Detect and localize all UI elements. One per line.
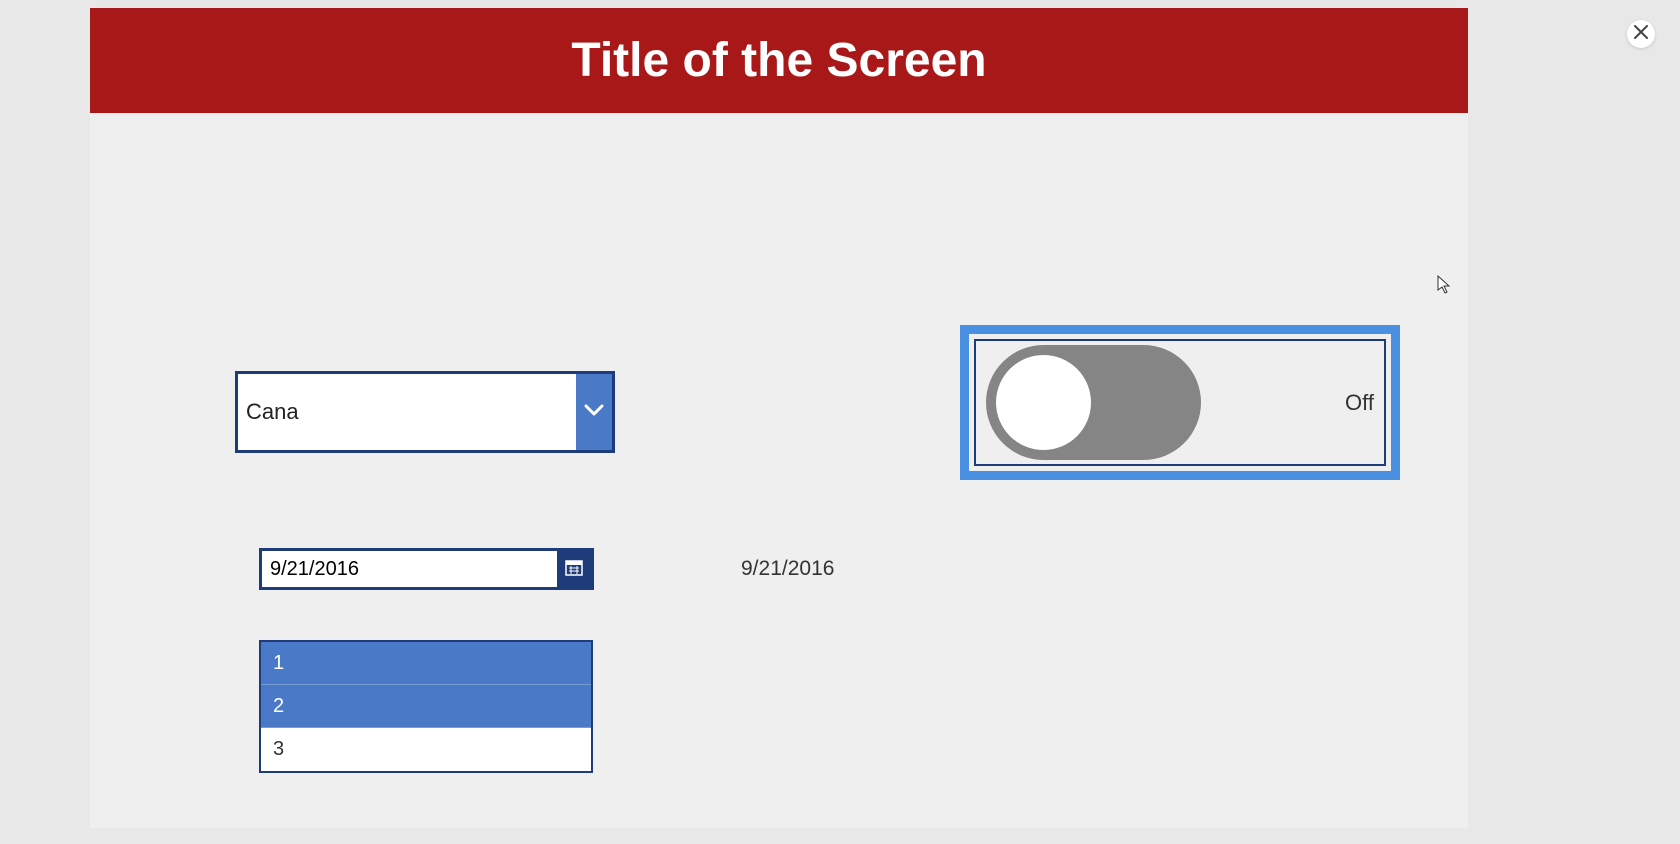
- date-picker[interactable]: 9/21/2016: [259, 548, 594, 590]
- close-icon: [1634, 25, 1648, 44]
- list-item[interactable]: 2: [261, 685, 591, 728]
- toggle-switch[interactable]: [986, 345, 1201, 460]
- country-combobox[interactable]: Cana: [235, 371, 615, 453]
- list-item[interactable]: 1: [261, 642, 591, 685]
- close-button[interactable]: [1627, 20, 1655, 48]
- date-display-label: 9/21/2016: [741, 557, 834, 581]
- calendar-button[interactable]: [557, 551, 591, 587]
- listbox[interactable]: 1 2 3: [259, 640, 593, 773]
- header-bar: Title of the Screen: [90, 8, 1468, 113]
- list-item[interactable]: 3: [261, 728, 591, 771]
- date-input[interactable]: 9/21/2016: [262, 551, 557, 587]
- combobox-input[interactable]: Cana: [238, 374, 576, 450]
- calendar-icon: [564, 557, 584, 582]
- cursor-icon: [1437, 275, 1453, 300]
- toggle-state-label: Off: [1345, 390, 1374, 416]
- toggle-container: Off: [974, 339, 1386, 466]
- combobox-dropdown-button[interactable]: [576, 374, 612, 450]
- chevron-down-icon: [584, 403, 604, 422]
- main-panel: Title of the Screen Cana Off 9: [90, 8, 1468, 828]
- toggle-knob: [996, 355, 1091, 450]
- page-title: Title of the Screen: [571, 33, 986, 88]
- toggle-selection-frame: Off: [960, 325, 1400, 480]
